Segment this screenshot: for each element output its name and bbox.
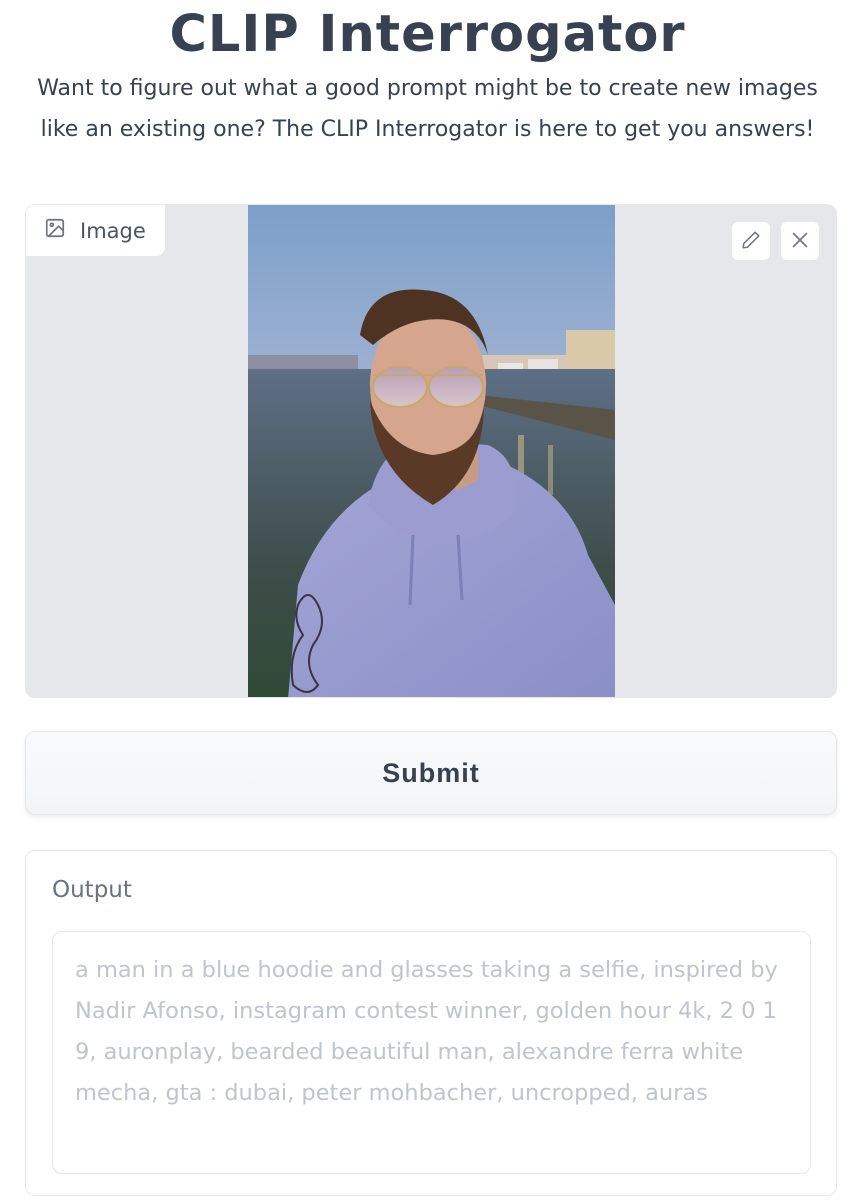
pencil-icon — [740, 229, 762, 254]
image-input-label: Image — [26, 205, 166, 257]
page: CLIP Interrogator Want to figure out wha… — [0, 0, 855, 1200]
output-panel: Output a man in a blue hoodie and glasse… — [25, 850, 837, 1196]
clear-image-button[interactable] — [780, 221, 820, 261]
image-input-panel[interactable]: Image — [25, 204, 837, 698]
image-icon — [44, 217, 66, 244]
uploaded-photo — [248, 205, 615, 697]
submit-button[interactable]: Submit — [25, 731, 837, 815]
page-description: Want to figure out what a good prompt mi… — [37, 76, 818, 142]
close-icon — [789, 229, 811, 254]
page-title: CLIP Interrogator — [169, 5, 686, 64]
image-label-text: Image — [80, 218, 146, 243]
edit-image-button[interactable] — [731, 221, 771, 261]
output-textbox[interactable]: a man in a blue hoodie and glasses takin… — [52, 931, 811, 1174]
output-label: Output — [52, 877, 132, 903]
